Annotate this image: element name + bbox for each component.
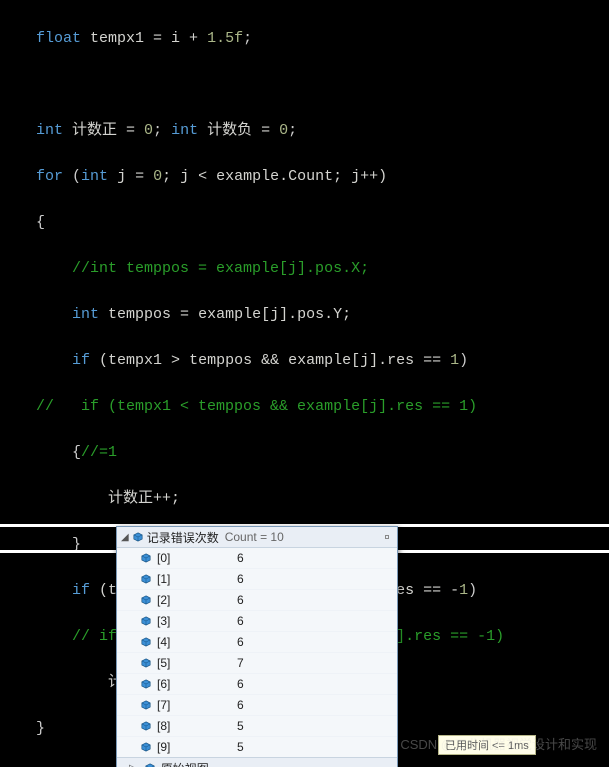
object-icon [141, 700, 151, 710]
object-icon [141, 574, 151, 584]
tooltip-body: [0]6[1]6[2]6[3]6[4]6[5]7[6]6[7]6[8]5[9]5 [117, 548, 397, 757]
code-line: // if (tempx1 < temppos && example[j].re… [0, 395, 609, 418]
object-icon [145, 763, 155, 767]
object-icon [141, 721, 151, 731]
code-line: float tempx1 = i + 1.5f; [0, 27, 609, 50]
row-index: [3] [157, 614, 237, 628]
row-value: 6 [237, 614, 244, 628]
code-line: int temppos = example[j].pos.Y; [0, 303, 609, 326]
tooltip-row[interactable]: [1]6 [117, 569, 397, 590]
row-value: 6 [237, 635, 244, 649]
row-value: 6 [237, 677, 244, 691]
code-line: 计数正++; [0, 487, 609, 510]
object-icon [141, 553, 151, 563]
object-icon [133, 532, 143, 542]
object-icon [141, 679, 151, 689]
row-index: [7] [157, 698, 237, 712]
row-value: 7 [237, 656, 244, 670]
tooltip-row[interactable]: [8]5 [117, 716, 397, 737]
tooltip-row[interactable]: [2]6 [117, 590, 397, 611]
row-index: [6] [157, 677, 237, 691]
tooltip-row[interactable]: [3]6 [117, 611, 397, 632]
row-index: [8] [157, 719, 237, 733]
tooltip-count: Count = 10 [225, 530, 381, 544]
object-icon [141, 742, 151, 752]
row-value: 6 [237, 572, 244, 586]
row-index: [1] [157, 572, 237, 586]
expand-icon[interactable]: ◢ [121, 532, 129, 543]
code-line [0, 73, 609, 96]
code-line: int 计数正 = 0; int 计数负 = 0; [0, 119, 609, 142]
tooltip-row[interactable]: [4]6 [117, 632, 397, 653]
row-value: 6 [237, 593, 244, 607]
tooltip-row[interactable]: [9]5 [117, 737, 397, 757]
row-value: 6 [237, 551, 244, 565]
row-index: [0] [157, 551, 237, 565]
row-index: [2] [157, 593, 237, 607]
code-line: if (tempx1 > temppos && example[j].res =… [0, 349, 609, 372]
tooltip-row[interactable]: [5]7 [117, 653, 397, 674]
code-line: for (int j = 0; j < example.Count; j++) [0, 165, 609, 188]
tooltip-footer: ▷ 原始视图 [117, 757, 397, 767]
tooltip-title: 记录错误次数 [147, 529, 219, 546]
row-index: [4] [157, 635, 237, 649]
debug-tooltip[interactable]: ◢ 记录错误次数 Count = 10 [0]6[1]6[2]6[3]6[4]6… [116, 526, 398, 767]
pin-icon[interactable] [381, 531, 393, 543]
tooltip-header: ◢ 记录错误次数 Count = 10 [117, 527, 397, 548]
code-line: //int temppos = example[j].pos.X; [0, 257, 609, 280]
tooltip-row[interactable]: [0]6 [117, 548, 397, 569]
object-icon [141, 637, 151, 647]
expand-icon[interactable]: ▷ [129, 763, 137, 767]
object-icon [141, 658, 151, 668]
code-line: { [0, 211, 609, 234]
raw-view-label[interactable]: 原始视图 [161, 760, 209, 767]
row-value: 5 [237, 740, 244, 754]
row-value: 6 [237, 698, 244, 712]
row-value: 5 [237, 719, 244, 733]
code-line: {//=1 [0, 441, 609, 464]
tooltip-row[interactable]: [6]6 [117, 674, 397, 695]
watermark: CSDN @工业机器视觉设计和实现 [400, 734, 597, 753]
tooltip-row[interactable]: [7]6 [117, 695, 397, 716]
object-icon [141, 616, 151, 626]
row-index: [9] [157, 740, 237, 754]
row-index: [5] [157, 656, 237, 670]
object-icon [141, 595, 151, 605]
